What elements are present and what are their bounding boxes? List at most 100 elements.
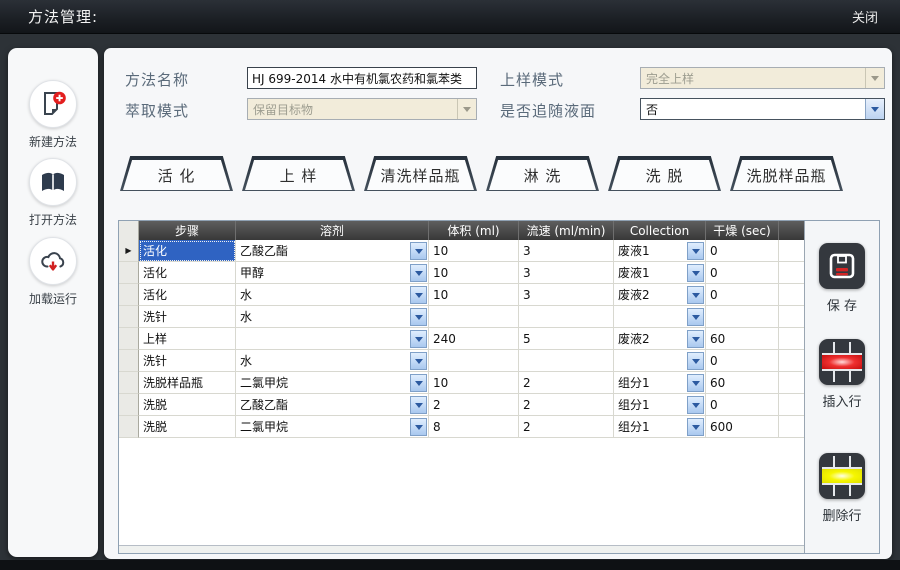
row-selector[interactable] (119, 350, 139, 372)
cell-step[interactable]: 洗针 (139, 306, 236, 328)
cell-dry[interactable]: 60 (706, 328, 779, 350)
horizontal-scrollbar[interactable] (119, 545, 804, 553)
cell-collection[interactable]: 废液2 (614, 284, 706, 306)
row-selector[interactable] (119, 328, 139, 350)
cell-collection[interactable]: 组分1 (614, 416, 706, 438)
cell-solvent[interactable] (236, 328, 429, 350)
cell-volume[interactable] (429, 350, 519, 372)
table-row: 上样 2405废液260 (119, 328, 804, 350)
cell-step[interactable]: 活化 (139, 284, 236, 306)
cell-step[interactable]: 活化 (139, 240, 236, 262)
cell-step[interactable]: 上样 (139, 328, 236, 350)
table-actions-panel: 保 存插入行删除行 (805, 221, 879, 553)
cell-speed[interactable]: 2 (519, 416, 614, 438)
cell-step[interactable]: 洗针 (139, 350, 236, 372)
cell-speed[interactable]: 2 (519, 372, 614, 394)
cell-volume[interactable]: 8 (429, 416, 519, 438)
dropdown-arrow-icon[interactable] (687, 352, 704, 370)
cell-collection[interactable]: 废液1 (614, 240, 706, 262)
cell-step[interactable]: 洗脱样品瓶 (139, 372, 236, 394)
cell-dry[interactable]: 0 (706, 240, 779, 262)
cell-speed[interactable]: 5 (519, 328, 614, 350)
dropdown-arrow-icon[interactable] (410, 374, 427, 392)
cell-volume[interactable]: 10 (429, 262, 519, 284)
dropdown-arrow-icon[interactable] (410, 396, 427, 414)
cell-collection[interactable] (614, 306, 706, 328)
cell-solvent[interactable]: 二氯甲烷 (236, 372, 429, 394)
tab-step-5[interactable]: 洗 脱 (608, 156, 721, 191)
sidebar-button-new-method[interactable]: 新建方法 (8, 80, 98, 150)
tab-step-1[interactable]: 活 化 (120, 156, 233, 191)
tab-step-3[interactable]: 清洗样品瓶 (364, 156, 477, 191)
cell-dry[interactable]: 60 (706, 372, 779, 394)
row-selector[interactable] (119, 262, 139, 284)
cell-dry[interactable]: 0 (706, 350, 779, 372)
dropdown-arrow-icon[interactable] (410, 330, 427, 348)
cell-speed[interactable]: 2 (519, 394, 614, 416)
dropdown-arrow-icon[interactable] (687, 396, 704, 414)
dropdown-arrow-icon[interactable] (687, 242, 704, 260)
row-selector[interactable] (119, 306, 139, 328)
row-selector[interactable] (119, 416, 139, 438)
dropdown-arrow-icon[interactable] (687, 286, 704, 304)
cell-speed[interactable] (519, 306, 614, 328)
tab-step-2[interactable]: 上 样 (242, 156, 355, 191)
dropdown-arrow-icon[interactable] (687, 308, 704, 326)
dropdown-arrow-icon[interactable] (410, 264, 427, 282)
cell-speed[interactable]: 3 (519, 240, 614, 262)
cell-solvent[interactable]: 二氯甲烷 (236, 416, 429, 438)
sidebar-button-load-run[interactable]: 加载运行 (8, 237, 98, 307)
cell-volume[interactable]: 2 (429, 394, 519, 416)
method-name-input[interactable] (247, 67, 477, 89)
action-button-save[interactable]: 保 存 (819, 243, 865, 314)
cell-step[interactable]: 洗脱 (139, 394, 236, 416)
load-run-icon (29, 237, 77, 285)
cell-solvent[interactable]: 乙酸乙酯 (236, 240, 429, 262)
cell-dry[interactable] (706, 306, 779, 328)
cell-volume[interactable] (429, 306, 519, 328)
cell-step[interactable]: 洗脱 (139, 416, 236, 438)
dropdown-arrow-icon[interactable] (410, 418, 427, 436)
cell-speed[interactable]: 3 (519, 284, 614, 306)
dropdown-arrow-icon[interactable] (410, 308, 427, 326)
cell-speed[interactable] (519, 350, 614, 372)
cell-dry[interactable]: 0 (706, 394, 779, 416)
cell-collection[interactable]: 废液1 (614, 262, 706, 284)
cell-volume[interactable]: 10 (429, 372, 519, 394)
cell-volume[interactable]: 10 (429, 240, 519, 262)
sidebar-button-open-method[interactable]: 打开方法 (8, 158, 98, 228)
cell-step[interactable]: 活化 (139, 262, 236, 284)
cell-volume[interactable]: 240 (429, 328, 519, 350)
cell-solvent[interactable]: 水 (236, 306, 429, 328)
row-selector[interactable]: ▶ (119, 240, 139, 262)
cell-collection[interactable]: 组分1 (614, 394, 706, 416)
cell-dry[interactable]: 600 (706, 416, 779, 438)
dropdown-arrow-icon[interactable] (687, 264, 704, 282)
follow-level-select[interactable]: 否 (640, 98, 885, 120)
dropdown-arrow-icon[interactable] (410, 352, 427, 370)
cell-solvent[interactable]: 乙酸乙酯 (236, 394, 429, 416)
row-selector[interactable] (119, 284, 139, 306)
tab-step-4[interactable]: 淋 洗 (486, 156, 599, 191)
cell-collection[interactable] (614, 350, 706, 372)
action-button-delete-row[interactable]: 删除行 (819, 453, 865, 524)
cell-speed[interactable]: 3 (519, 262, 614, 284)
cell-collection[interactable]: 组分1 (614, 372, 706, 394)
cell-collection[interactable]: 废液2 (614, 328, 706, 350)
action-button-insert-row[interactable]: 插入行 (819, 339, 865, 410)
dropdown-arrow-icon[interactable] (687, 330, 704, 348)
close-button[interactable]: 关闭 (852, 7, 878, 26)
cell-volume[interactable]: 10 (429, 284, 519, 306)
dropdown-arrow-icon[interactable] (687, 374, 704, 392)
cell-dry[interactable]: 0 (706, 262, 779, 284)
cell-dry[interactable]: 0 (706, 284, 779, 306)
dropdown-arrow-icon[interactable] (687, 418, 704, 436)
cell-solvent[interactable]: 甲醇 (236, 262, 429, 284)
row-selector[interactable] (119, 394, 139, 416)
cell-solvent[interactable]: 水 (236, 350, 429, 372)
dropdown-arrow-icon[interactable] (410, 242, 427, 260)
dropdown-arrow-icon[interactable] (410, 286, 427, 304)
tab-step-6[interactable]: 洗脱样品瓶 (730, 156, 843, 191)
row-selector[interactable] (119, 372, 139, 394)
cell-solvent[interactable]: 水 (236, 284, 429, 306)
